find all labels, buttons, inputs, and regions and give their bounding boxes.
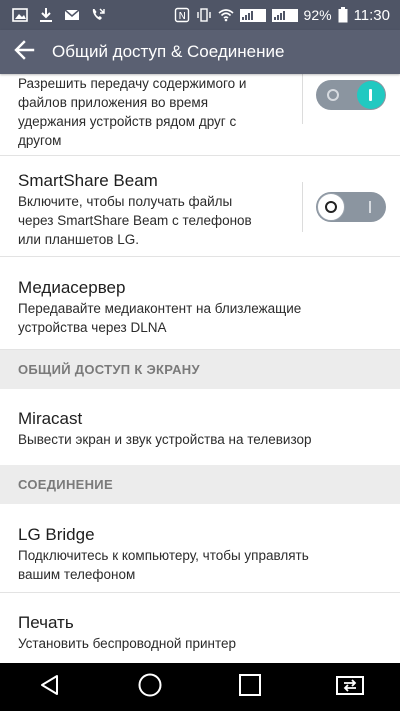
item-text: Разрешить передачу содержимого и файлов … — [18, 74, 246, 150]
battery-percent: 92% — [303, 7, 332, 23]
home-circle-icon — [137, 672, 163, 703]
list-item-miracast[interactable]: Miracast Вывести экран и звук устройства… — [0, 389, 400, 466]
item-subtitle-line: или планшетов LG. — [18, 232, 139, 247]
signal-1-icon — [239, 7, 266, 23]
item-title: LG Bridge — [18, 525, 95, 544]
item-text: Печать Установить беспроводной принтер — [18, 612, 236, 653]
dual-window-icon — [335, 673, 365, 702]
item-text: LG Bridge Подключитесь к компьютеру, что… — [18, 524, 309, 584]
wifi-icon — [218, 7, 234, 23]
status-left-icons — [0, 7, 106, 23]
item-subtitle-line: файлов приложения во время — [18, 95, 209, 110]
status-bar: N 92% 11:30 — [0, 0, 400, 30]
svg-text:N: N — [178, 11, 185, 22]
nav-recents-button[interactable] — [220, 663, 280, 711]
item-subtitle-line: Разрешить передачу содержимого и — [18, 76, 247, 91]
signal-2-icon — [271, 7, 298, 23]
image-icon — [12, 7, 28, 23]
missed-call-icon — [90, 7, 106, 23]
item-subtitle-line: через SmartShare Beam с телефонов — [18, 213, 252, 228]
item-title: SmartShare Beam — [18, 171, 158, 190]
item-title: Медиасервер — [18, 278, 126, 297]
toggle-zone — [302, 156, 400, 256]
nav-home-button[interactable] — [120, 663, 180, 711]
item-subtitle-line: Передавайте медиаконтент на близлежащие — [18, 301, 302, 316]
item-subtitle-line: Подключитесь к компьютеру, чтобы управля… — [18, 548, 309, 563]
back-button[interactable] — [0, 30, 48, 74]
list-item-smartshare-beam[interactable]: SmartShare Beam Включите, чтобы получать… — [0, 156, 400, 257]
list-item-print[interactable]: Печать Установить беспроводной принтер — [0, 593, 400, 663]
item-text: Miracast Вывести экран и звук устройства… — [18, 408, 312, 449]
divider — [302, 182, 303, 232]
item-subtitle-line: удержания устройств рядом друг с — [18, 114, 237, 129]
page-title: Общий доступ & Соединение — [52, 42, 285, 61]
nav-back-button[interactable] — [20, 663, 80, 711]
item-subtitle-line: устройства через DLNA — [18, 320, 167, 335]
content-transfer-toggle[interactable] — [316, 80, 386, 110]
arrow-left-icon — [13, 39, 35, 66]
list-item-content-transfer[interactable]: Разрешить передачу содержимого и файлов … — [0, 74, 400, 156]
nfc-icon: N — [174, 7, 190, 23]
item-text: SmartShare Beam Включите, чтобы получать… — [18, 170, 252, 249]
section-header-connection: СОЕДИНЕНИЕ — [0, 465, 400, 504]
item-title: Печать — [18, 613, 74, 632]
app-bar: Общий доступ & Соединение — [0, 30, 400, 74]
status-right-icons: N 92% 11:30 — [174, 7, 400, 24]
recents-square-icon — [238, 673, 262, 702]
toggle-off-mark-icon — [327, 89, 339, 101]
back-triangle-icon — [38, 673, 62, 702]
settings-list[interactable]: Разрешить передачу содержимого и файлов … — [0, 74, 400, 663]
item-subtitle-line: Включите, чтобы получать файлы — [18, 194, 233, 209]
toggle-zone — [302, 74, 400, 155]
smartshare-beam-toggle[interactable] — [316, 192, 386, 222]
battery-icon — [338, 7, 348, 23]
item-title: Miracast — [18, 409, 83, 428]
navigation-bar — [0, 663, 400, 711]
item-subtitle-line: вашим телефоном — [18, 567, 136, 582]
item-subtitle: Установить беспроводной принтер — [18, 636, 236, 651]
toggle-knob — [357, 81, 385, 109]
divider — [302, 74, 303, 124]
nav-dual-window-button[interactable] — [320, 663, 380, 711]
item-subtitle: Вывести экран и звук устройства на телев… — [18, 432, 312, 447]
item-subtitle-line: другом — [18, 133, 62, 148]
list-item-lg-bridge[interactable]: LG Bridge Подключитесь к компьютеру, что… — [0, 504, 400, 593]
download-icon — [38, 7, 54, 23]
toggle-on-mark-icon — [369, 201, 371, 213]
clock: 11:30 — [353, 6, 390, 24]
mail-icon — [64, 7, 80, 23]
toggle-knob — [317, 193, 345, 221]
list-item-media-server[interactable]: Медиасервер Передавайте медиаконтент на … — [0, 257, 400, 350]
item-text: Медиасервер Передавайте медиаконтент на … — [18, 277, 301, 337]
vibrate-icon — [196, 7, 212, 23]
section-header-screen-sharing: ОБЩИЙ ДОСТУП К ЭКРАНУ — [0, 350, 400, 389]
